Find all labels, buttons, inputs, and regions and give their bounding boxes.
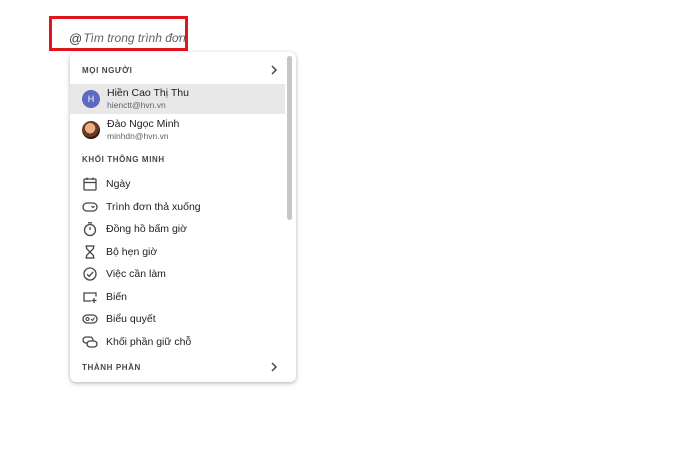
check-circle-icon — [83, 267, 97, 281]
menu-item-timer[interactable]: Bộ hẹn giờ — [82, 242, 282, 262]
at-sign: @ — [69, 30, 83, 46]
person-item-minh[interactable]: Đào Ngọc Minh minhdn@hvn.vn — [70, 115, 285, 145]
person-item-hien[interactable]: H Hiền Cao Thị Thu hienctt@hvn.vn — [70, 84, 285, 114]
section-smart-chips-header: KHỐI THÔNG MINH — [82, 149, 280, 169]
hourglass-icon — [85, 245, 95, 259]
section-people-title: MỌI NGƯỜI — [82, 65, 133, 75]
menu-item-variable[interactable]: Biến — [82, 287, 282, 307]
insert-menu: MỌI NGƯỜI H Hiền Cao Thị Thu hienctt@hvn… — [70, 52, 296, 382]
photo-avatar — [82, 121, 100, 139]
scrollbar[interactable] — [287, 56, 292, 220]
menu-item-vote[interactable]: Biểu quyết — [82, 309, 282, 329]
menu-item-label: Khối phần giữ chỗ — [106, 336, 192, 348]
search-placeholder: Tìm trong trình đơn — [83, 31, 186, 45]
variable-icon — [83, 292, 97, 303]
menu-item-date[interactable]: Ngày — [82, 174, 282, 194]
chevron-right-icon — [271, 65, 278, 75]
stopwatch-icon — [83, 222, 97, 237]
menu-item-dropdown[interactable]: Trình đơn thả xuống — [82, 197, 282, 217]
menu-item-label: Biến — [106, 291, 128, 303]
menu-item-label: Bộ hẹn giờ — [106, 246, 158, 258]
menu-item-todo[interactable]: Việc cần làm — [82, 264, 282, 284]
menu-item-label: Đồng hồ bấm giờ — [106, 223, 188, 235]
calendar-icon — [83, 177, 97, 191]
menu-item-stopwatch[interactable]: Đồng hồ bấm giờ — [82, 219, 282, 239]
menu-search-field[interactable]: @ Tìm trong trình đơn — [69, 29, 186, 47]
section-components-title: THÀNH PHẦN — [82, 362, 141, 372]
dropdown-chip-icon — [82, 202, 98, 212]
menu-item-label: Ngày — [106, 178, 131, 190]
menu-item-placeholder-chip[interactable]: Khối phần giữ chỗ — [82, 332, 282, 352]
menu-item-label: Trình đơn thả xuống — [106, 201, 201, 213]
chevron-right-icon — [271, 362, 278, 372]
menu-item-label: Việc cần làm — [106, 268, 166, 280]
section-smart-chips-title: KHỐI THÔNG MINH — [82, 154, 165, 164]
person-name: Đào Ngọc Minh — [107, 118, 180, 130]
placeholder-chip-icon — [82, 336, 98, 348]
person-name: Hiền Cao Thị Thu — [107, 87, 189, 99]
avatar: H — [82, 90, 100, 108]
person-email: hienctt@hvn.vn — [107, 100, 166, 110]
menu-item-label: Biểu quyết — [106, 313, 156, 325]
vote-icon — [82, 314, 98, 324]
section-components-header[interactable]: THÀNH PHẦN — [82, 357, 280, 377]
person-email: minhdn@hvn.vn — [107, 131, 169, 141]
section-people-header[interactable]: MỌI NGƯỜI — [82, 60, 280, 80]
